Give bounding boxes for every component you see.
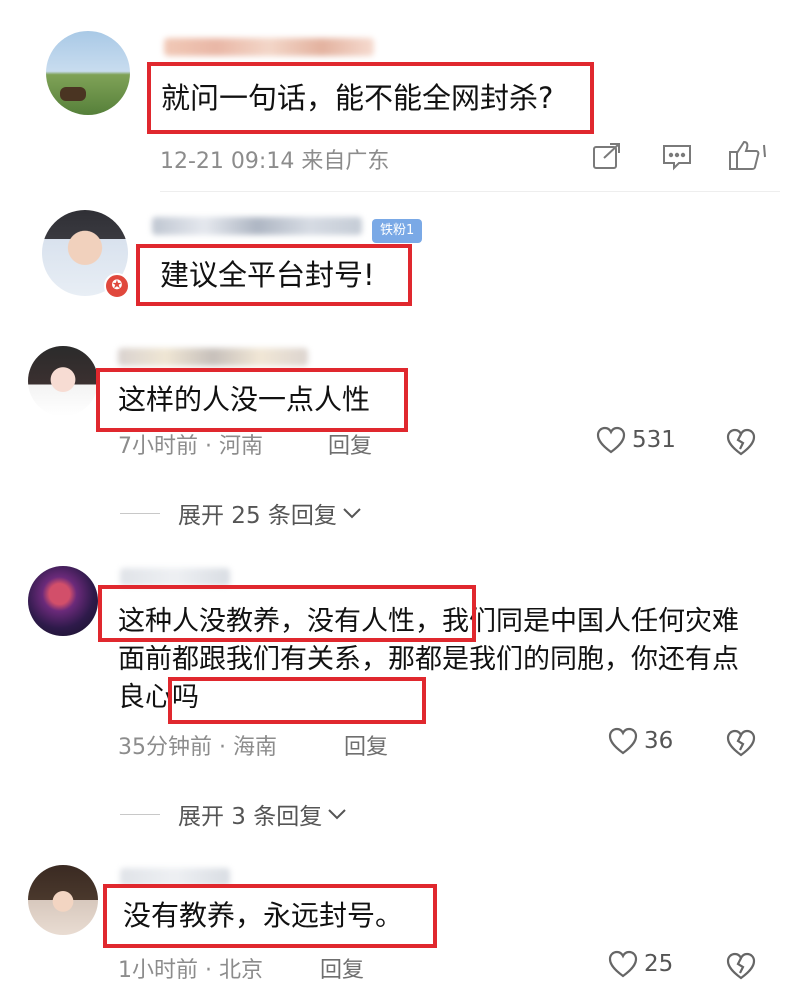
avatar[interactable] [28, 346, 98, 416]
reply-button[interactable]: 回复 [344, 729, 388, 761]
username-blurred[interactable] [164, 38, 374, 56]
comment-text: 没有教养，永远封号。 [103, 884, 437, 948]
expand-replies-button[interactable]: 展开 25 条回复 [120, 496, 363, 530]
comment-icon[interactable] [662, 143, 692, 171]
heart-icon [596, 426, 626, 454]
like-button[interactable]: 25 [608, 950, 673, 978]
avatar[interactable] [28, 566, 98, 636]
share-icon[interactable] [592, 142, 622, 170]
comment-meta: 35分钟前 · 海南 [118, 735, 277, 760]
avatar[interactable] [46, 31, 130, 115]
reply-button[interactable]: 回复 [320, 952, 364, 984]
like-count: 25 [644, 951, 674, 977]
username-blurred[interactable] [118, 348, 308, 366]
like-button[interactable]: 36 [608, 727, 673, 755]
fan-badge: 铁粉1 [372, 219, 423, 243]
expand-replies-button[interactable]: 展开 3 条回复 [120, 797, 348, 831]
dislike-broken-heart-icon[interactable] [726, 428, 756, 456]
like-count: 531 [632, 427, 676, 453]
username-blurred[interactable] [120, 568, 230, 586]
comment-text: 建议全平台封号! [136, 244, 412, 306]
avatar[interactable] [28, 865, 98, 935]
divider [160, 191, 780, 192]
chevron-down-icon [328, 809, 346, 820]
highlight-box [98, 585, 476, 642]
reply-button[interactable]: 回复 [328, 428, 372, 460]
username-blurred[interactable] [152, 217, 362, 235]
heart-icon [608, 727, 638, 755]
comment-meta: 7小时前 · 河南 [118, 434, 263, 459]
expand-replies-label: 展开 3 条回复 [178, 804, 323, 830]
like-button[interactable]: 531 [596, 426, 676, 454]
comment-text: 这样的人没一点人性 [96, 368, 408, 432]
thumbs-up-icon[interactable] [728, 139, 768, 171]
highlight-box [168, 677, 426, 724]
expand-replies-label: 展开 25 条回复 [178, 503, 337, 529]
like-count: 36 [644, 728, 674, 754]
comment-meta: 12-21 09:14 来自广东 [160, 149, 390, 174]
heart-icon [608, 950, 638, 978]
comment-text: 就问一句话，能不能全网封杀? [147, 62, 594, 134]
dislike-broken-heart-icon[interactable] [726, 952, 756, 980]
chevron-down-icon [343, 508, 361, 519]
comment-meta: 1小时前 · 北京 [118, 958, 263, 983]
dislike-broken-heart-icon[interactable] [726, 729, 756, 757]
verified-badge-icon: ✪ [104, 273, 130, 299]
